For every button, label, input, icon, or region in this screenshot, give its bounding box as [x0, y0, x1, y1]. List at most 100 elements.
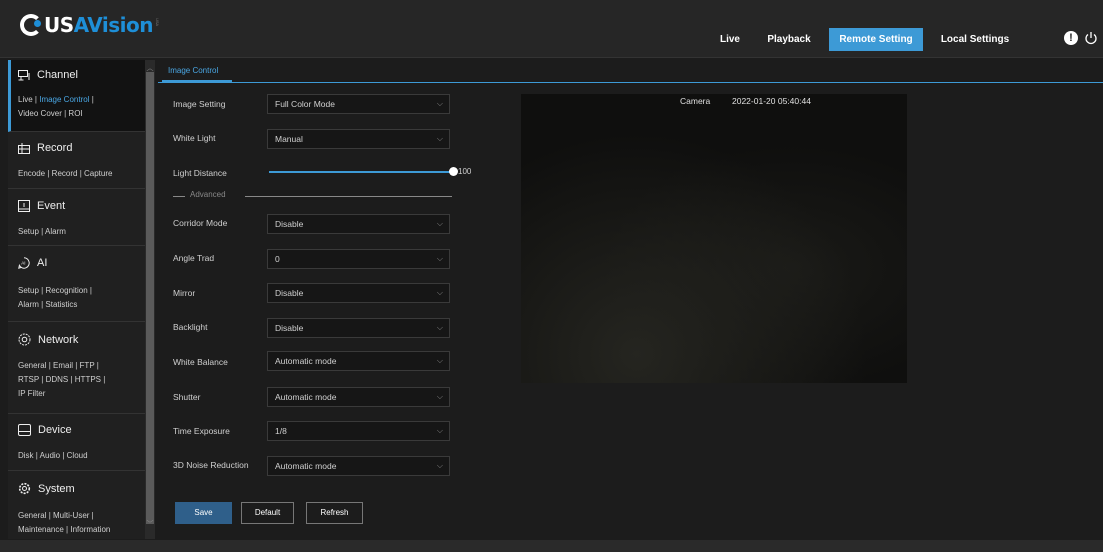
divider [173, 196, 185, 197]
tab-image-control[interactable]: Image Control [162, 62, 232, 82]
link-roi[interactable]: ROI [68, 109, 82, 118]
backlight-select[interactable]: Disable ⌵ [267, 318, 450, 338]
link-ai-alarm[interactable]: Alarm [18, 300, 39, 309]
link-image-control[interactable]: Image Control [39, 95, 89, 104]
link-https[interactable]: HTTPS [75, 375, 101, 384]
nav-local-settings[interactable]: Local Settings [933, 28, 1017, 51]
link-rtsp[interactable]: RTSP [18, 375, 39, 384]
camera-preview: Camera 2022-01-20 05:40:44 [521, 94, 907, 383]
power-icon[interactable] [1084, 31, 1098, 45]
sidebar-item-event[interactable]: Event [18, 200, 65, 212]
link-maintenance[interactable]: Maintenance [18, 525, 64, 534]
corridor-mode-label: Corridor Mode [173, 218, 228, 228]
device-icon [18, 424, 31, 436]
shutter-select[interactable]: Automatic mode ⌵ [267, 387, 450, 407]
light-distance-slider[interactable] [269, 171, 452, 173]
sidebar-section-ai: AI AI Setup | Recognition | Alarm | Stat… [8, 246, 145, 322]
bottom-bar [0, 540, 1103, 552]
save-button[interactable]: Save [175, 502, 232, 524]
link-record[interactable]: Record [52, 169, 78, 178]
link-email[interactable]: Email [53, 361, 73, 370]
sidebar-section-channel: Channel Live | Image Control | Video Cov… [8, 60, 145, 132]
link-event-alarm[interactable]: Alarm [45, 227, 66, 236]
link-network-general[interactable]: General [18, 361, 46, 370]
sidebar-links-system: General | Multi-User | Maintenance | Inf… [18, 511, 111, 534]
link-cloud[interactable]: Cloud [67, 451, 88, 460]
sidebar-item-system[interactable]: System [18, 482, 75, 495]
angle-trad-select[interactable]: 0 ⌵ [267, 249, 450, 269]
shutter-label: Shutter [173, 392, 201, 402]
sidebar-section-device: Device Disk | Audio | Cloud [8, 414, 145, 471]
white-balance-label: White Balance [173, 357, 228, 367]
sidebar-section-network: Network General | Email | FTP | RTSP | D… [8, 322, 145, 414]
chevron-down-icon: ⌵ [436, 323, 443, 332]
sidebar-links-network: General | Email | FTP | RTSP | DDNS | HT… [18, 361, 106, 398]
link-encode[interactable]: Encode [18, 169, 45, 178]
main-panel: Image Control Image Setting Full Color M… [158, 60, 1103, 539]
image-setting-select[interactable]: Full Color Mode ⌵ [267, 94, 450, 114]
timestamp-overlay: 2022-01-20 05:40:44 [732, 96, 811, 106]
link-ddns[interactable]: DDNS [46, 375, 69, 384]
chevron-down-icon: ⌵ [436, 356, 443, 365]
link-system-general[interactable]: General [18, 511, 46, 520]
link-statistics[interactable]: Statistics [45, 300, 77, 309]
event-icon [18, 200, 30, 212]
noise-reduction-label: 3D Noise Reduction [173, 460, 249, 470]
sidebar-links-device: Disk | Audio | Cloud [18, 451, 88, 460]
scroll-thumb[interactable] [146, 72, 154, 524]
corridor-mode-select[interactable]: Disable ⌵ [267, 214, 450, 234]
top-bar: USAVision USA Live Playback Remote Setti… [0, 0, 1103, 58]
channel-icon [18, 69, 30, 80]
white-light-label: White Light [173, 133, 216, 143]
sidebar-section-system: System General | Multi-User | Maintenanc… [8, 471, 145, 539]
chevron-down-icon: ⌵ [436, 392, 443, 401]
link-recognition[interactable]: Recognition [45, 286, 87, 295]
time-exposure-select[interactable]: 1/8 ⌵ [267, 421, 450, 441]
chevron-down-icon: ⌵ [436, 254, 443, 263]
link-ai-setup[interactable]: Setup [18, 286, 39, 295]
link-audio[interactable]: Audio [40, 451, 60, 460]
nav-playback[interactable]: Playback [760, 28, 818, 51]
link-information[interactable]: Information [70, 525, 110, 534]
nav-remote-setting[interactable]: Remote Setting [829, 28, 923, 51]
sidebar-item-record[interactable]: Record [18, 142, 72, 154]
sidebar-links-event: Setup | Alarm [18, 227, 66, 236]
chevron-down-icon: ⌵ [436, 219, 443, 228]
nav-live[interactable]: Live [706, 28, 754, 51]
link-capture[interactable]: Capture [84, 169, 112, 178]
link-multi-user[interactable]: Multi-User [53, 511, 89, 520]
noise-reduction-select[interactable]: Automatic mode ⌵ [267, 456, 450, 476]
white-balance-select[interactable]: Automatic mode ⌵ [267, 351, 450, 371]
chevron-down-icon: ⌵ [436, 426, 443, 435]
link-event-setup[interactable]: Setup [18, 227, 39, 236]
chevron-down-icon: ⌵ [436, 134, 443, 143]
alert-icon[interactable]: ! [1064, 31, 1078, 45]
logo-sub: USA [155, 18, 160, 27]
light-distance-slider-handle[interactable] [449, 167, 458, 176]
record-icon [18, 142, 30, 154]
tab-underline [158, 82, 1103, 83]
sidebar-links-record: Encode | Record | Capture [18, 169, 113, 178]
link-disk[interactable]: Disk [18, 451, 34, 460]
sidebar-links-ai: Setup | Recognition | Alarm | Statistics [18, 286, 92, 309]
chevron-down-icon: ⌵ [436, 461, 443, 470]
sidebar-section-record: Record Encode | Record | Capture [8, 132, 145, 189]
sidebar-item-device[interactable]: Device [18, 424, 72, 436]
refresh-button[interactable]: Refresh [306, 502, 363, 524]
sidebar-item-channel[interactable]: Channel [18, 69, 78, 81]
backlight-label: Backlight [173, 322, 208, 332]
sidebar-item-ai[interactable]: AI AI [18, 257, 47, 269]
link-live[interactable]: Live [18, 95, 33, 104]
sidebar-item-network[interactable]: Network [18, 333, 78, 346]
link-video-cover[interactable]: Video Cover [18, 109, 62, 118]
default-button[interactable]: Default [241, 502, 294, 524]
chevron-down-icon: ⌵ [436, 99, 443, 108]
scroll-down-icon[interactable]: ﹀ [145, 520, 155, 530]
mirror-select[interactable]: Disable ⌵ [267, 283, 450, 303]
sidebar-links-channel: Live | Image Control | Video Cover | ROI [18, 95, 94, 118]
link-ip-filter[interactable]: IP Filter [18, 389, 45, 398]
advanced-heading: Advanced [190, 190, 226, 199]
white-light-select[interactable]: Manual ⌵ [267, 129, 450, 149]
sidebar-scrollbar[interactable]: ︿ ﹀ [145, 60, 155, 539]
link-ftp[interactable]: FTP [80, 361, 95, 370]
